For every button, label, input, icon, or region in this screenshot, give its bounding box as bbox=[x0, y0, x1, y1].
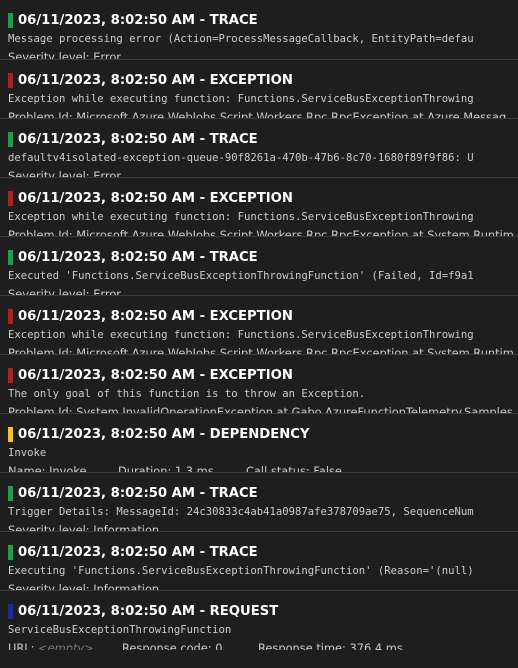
severity-indicator bbox=[8, 308, 13, 324]
log-entry-trace[interactable]: 06/11/2023, 8:02:50 AM - TRACE Message p… bbox=[0, 0, 518, 60]
severity-indicator bbox=[8, 72, 13, 88]
dependency-duration: Duration: 1.3 ms bbox=[118, 464, 214, 473]
entry-header: 06/11/2023, 8:02:50 AM - TRACE bbox=[8, 542, 518, 562]
entry-detail: URL: <empty> Response code: 0 Response tim… bbox=[8, 639, 518, 650]
entry-title: 06/11/2023, 8:02:50 AM - TRACE bbox=[18, 485, 258, 501]
entry-message: Message processing error (Action=Process… bbox=[8, 33, 474, 45]
entry-title: 06/11/2023, 8:02:50 AM - EXCEPTION bbox=[18, 367, 293, 383]
entry-message: Executed 'Functions.ServiceBusExceptionT… bbox=[8, 270, 474, 282]
log-entry-exception[interactable]: 06/11/2023, 8:02:50 AM - EXCEPTION Excep… bbox=[0, 60, 518, 119]
log-entry-trace[interactable]: 06/11/2023, 8:02:50 AM - TRACE Trigger D… bbox=[0, 473, 518, 532]
entry-header: 06/11/2023, 8:02:50 AM - EXCEPTION bbox=[8, 188, 518, 208]
entry-detail: Name: Invoke Duration: 1.3 ms Call status:… bbox=[8, 462, 518, 473]
request-url-value: <empty> bbox=[38, 641, 94, 650]
entry-title: 06/11/2023, 8:02:50 AM - EXCEPTION bbox=[18, 72, 293, 88]
severity-indicator bbox=[8, 603, 13, 619]
entry-title: 06/11/2023, 8:02:50 AM - TRACE bbox=[18, 131, 258, 147]
entry-title: 06/11/2023, 8:02:50 AM - REQUEST bbox=[18, 603, 279, 619]
entry-message: defaultv4isolated-exception-queue-90f826… bbox=[8, 152, 474, 164]
log-entry-exception[interactable]: 06/11/2023, 8:02:50 AM - EXCEPTION Excep… bbox=[0, 178, 518, 237]
log-entry-request[interactable]: 06/11/2023, 8:02:50 AM - REQUEST Service… bbox=[0, 591, 518, 650]
entry-detail: Severity level: Error bbox=[8, 287, 121, 296]
entry-detail: Problem Id: Microsoft.Azure.WebJobs.Scri… bbox=[8, 228, 514, 237]
entry-title: 06/11/2023, 8:02:50 AM - TRACE bbox=[18, 249, 258, 265]
log-entry-trace[interactable]: 06/11/2023, 8:02:50 AM - TRACE Executing… bbox=[0, 532, 518, 591]
severity-indicator bbox=[8, 485, 13, 501]
entry-title: 06/11/2023, 8:02:50 AM - DEPENDENCY bbox=[18, 426, 310, 442]
entry-detail: Severity level: Error bbox=[8, 50, 121, 60]
entry-title: 06/11/2023, 8:02:50 AM - EXCEPTION bbox=[18, 190, 293, 206]
severity-indicator bbox=[8, 367, 13, 383]
entry-message: The only goal of this function is to thr… bbox=[8, 388, 366, 400]
entry-header: 06/11/2023, 8:02:50 AM - EXCEPTION bbox=[8, 70, 518, 90]
entry-message: Exception while executing function: Func… bbox=[8, 329, 474, 341]
entry-detail: Problem Id: System.InvalidOperationExcep… bbox=[8, 405, 513, 414]
severity-indicator bbox=[8, 544, 13, 560]
entry-header: 06/11/2023, 8:02:50 AM - TRACE bbox=[8, 483, 518, 503]
request-url-label: URL: bbox=[8, 641, 35, 650]
entry-message: Trigger Details: MessageId: 24c30833c4ab… bbox=[8, 506, 474, 518]
entry-detail: Severity level: Information bbox=[8, 523, 160, 532]
entry-header: 06/11/2023, 8:02:50 AM - TRACE bbox=[8, 10, 518, 30]
entry-title: 06/11/2023, 8:02:50 AM - EXCEPTION bbox=[18, 308, 293, 324]
log-entry-exception[interactable]: 06/11/2023, 8:02:50 AM - EXCEPTION Excep… bbox=[0, 296, 518, 355]
entry-title: 06/11/2023, 8:02:50 AM - TRACE bbox=[18, 544, 258, 560]
dependency-call-status: Call status: False bbox=[246, 464, 342, 473]
severity-indicator bbox=[8, 190, 13, 206]
entry-header: 06/11/2023, 8:02:50 AM - TRACE bbox=[8, 247, 518, 267]
entry-detail: Severity level: Error bbox=[8, 169, 121, 178]
request-response-time: Response time: 376.4 ms bbox=[258, 641, 403, 650]
log-entry-trace[interactable]: 06/11/2023, 8:02:50 AM - TRACE Executed … bbox=[0, 237, 518, 296]
request-response-code: Response code: 0 bbox=[122, 641, 223, 650]
log-entry-trace[interactable]: 06/11/2023, 8:02:50 AM - TRACE defaultv4… bbox=[0, 119, 518, 178]
entry-header: 06/11/2023, 8:02:50 AM - TRACE bbox=[8, 129, 518, 149]
log-entry-dependency[interactable]: 06/11/2023, 8:02:50 AM - DEPENDENCY Invo… bbox=[0, 414, 518, 473]
entry-message: Exception while executing function: Func… bbox=[8, 93, 474, 105]
entry-message: Invoke bbox=[8, 447, 47, 459]
log-entry-exception[interactable]: 06/11/2023, 8:02:50 AM - EXCEPTION The o… bbox=[0, 355, 518, 414]
entry-header: 06/11/2023, 8:02:50 AM - REQUEST bbox=[8, 601, 518, 621]
entry-message: ServiceBusExceptionThrowingFunction bbox=[8, 624, 232, 636]
severity-indicator bbox=[8, 131, 13, 147]
severity-indicator bbox=[8, 249, 13, 265]
entry-header: 06/11/2023, 8:02:50 AM - EXCEPTION bbox=[8, 365, 518, 385]
entry-message: Executing 'Functions.ServiceBusException… bbox=[8, 565, 474, 577]
entry-detail: Problem Id: Microsoft.Azure.WebJobs.Scri… bbox=[8, 110, 507, 119]
request-url: URL: <empty> bbox=[8, 639, 122, 650]
entry-header: 06/11/2023, 8:02:50 AM - EXCEPTION bbox=[8, 306, 518, 326]
severity-indicator bbox=[8, 12, 13, 28]
entry-header: 06/11/2023, 8:02:50 AM - DEPENDENCY bbox=[8, 424, 518, 444]
entry-detail: Problem Id: Microsoft.Azure.WebJobs.Scri… bbox=[8, 346, 514, 355]
severity-indicator bbox=[8, 426, 13, 442]
entry-message: Exception while executing function: Func… bbox=[8, 211, 474, 223]
entry-title: 06/11/2023, 8:02:50 AM - TRACE bbox=[18, 12, 258, 28]
dependency-name: Name: Invoke bbox=[8, 464, 87, 473]
entry-detail: Severity level: Information bbox=[8, 582, 160, 591]
telemetry-log-list: 06/11/2023, 8:02:50 AM - TRACE Message p… bbox=[0, 0, 518, 668]
